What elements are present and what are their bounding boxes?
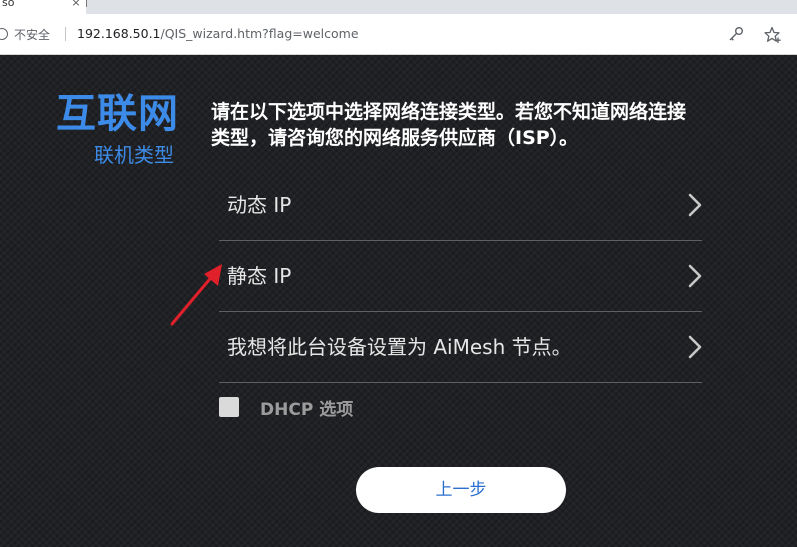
option-dynamic-ip[interactable]: 动态 IP: [219, 170, 702, 241]
security-label: 不安全: [14, 27, 51, 42]
tab-close-icon[interactable]: ×: [70, 0, 82, 9]
tab-strip: so ×: [0, 0, 797, 14]
browser-tab[interactable]: so ×: [0, 0, 86, 14]
dhcp-label: DHCP 选项: [260, 399, 354, 420]
address-bar[interactable]: 不安全 192.168.50.1/QIS_wizard.htm?flag=wel…: [0, 14, 797, 55]
option-label: 静态 IP: [227, 264, 292, 288]
back-button[interactable]: 上一步: [356, 467, 566, 513]
instruction-text: 请在以下选项中选择网络连接类型。若您不知道网络连接类型，请咨询您的网络服务供应商…: [211, 101, 687, 149]
warning-icon: [0, 28, 8, 40]
wizard-page: 互联网 联机类型 请在以下选项中选择网络连接类型。若您不知道网络连接类型，请咨询…: [0, 55, 797, 547]
chevron-right-icon: [688, 193, 702, 217]
url-host: 192.168.50.1: [77, 26, 161, 41]
connection-type-list: 动态 IP 静态 IP 我想将此台设备设置为 AiMesh 节点。: [219, 170, 702, 383]
chevron-right-icon: [688, 335, 702, 359]
annotation-arrow-icon: [170, 264, 222, 326]
dhcp-checkbox[interactable]: [219, 397, 239, 417]
security-indicator[interactable]: 不安全: [0, 26, 50, 42]
dhcp-option-row[interactable]: DHCP 选项: [219, 396, 354, 420]
key-icon[interactable]: [728, 26, 744, 42]
favorite-star-icon[interactable]: [764, 26, 782, 44]
option-static-ip[interactable]: 静态 IP: [219, 241, 702, 312]
tab-title: so: [2, 0, 15, 9]
url-path: /QIS_wizard.htm?flag=welcome: [160, 26, 359, 41]
option-label: 动态 IP: [227, 193, 292, 217]
option-label: 我想将此台设备设置为 AiMesh 节点。: [227, 335, 572, 359]
tab-divider: [86, 0, 87, 7]
url-text[interactable]: 192.168.50.1/QIS_wizard.htm?flag=welcome: [77, 26, 359, 42]
chevron-right-icon: [688, 264, 702, 288]
page-title: 互联网: [56, 91, 179, 137]
page-subtitle: 联机类型: [94, 143, 174, 167]
option-aimesh-node[interactable]: 我想将此台设备设置为 AiMesh 节点。: [219, 312, 702, 383]
address-separator: [65, 27, 66, 41]
